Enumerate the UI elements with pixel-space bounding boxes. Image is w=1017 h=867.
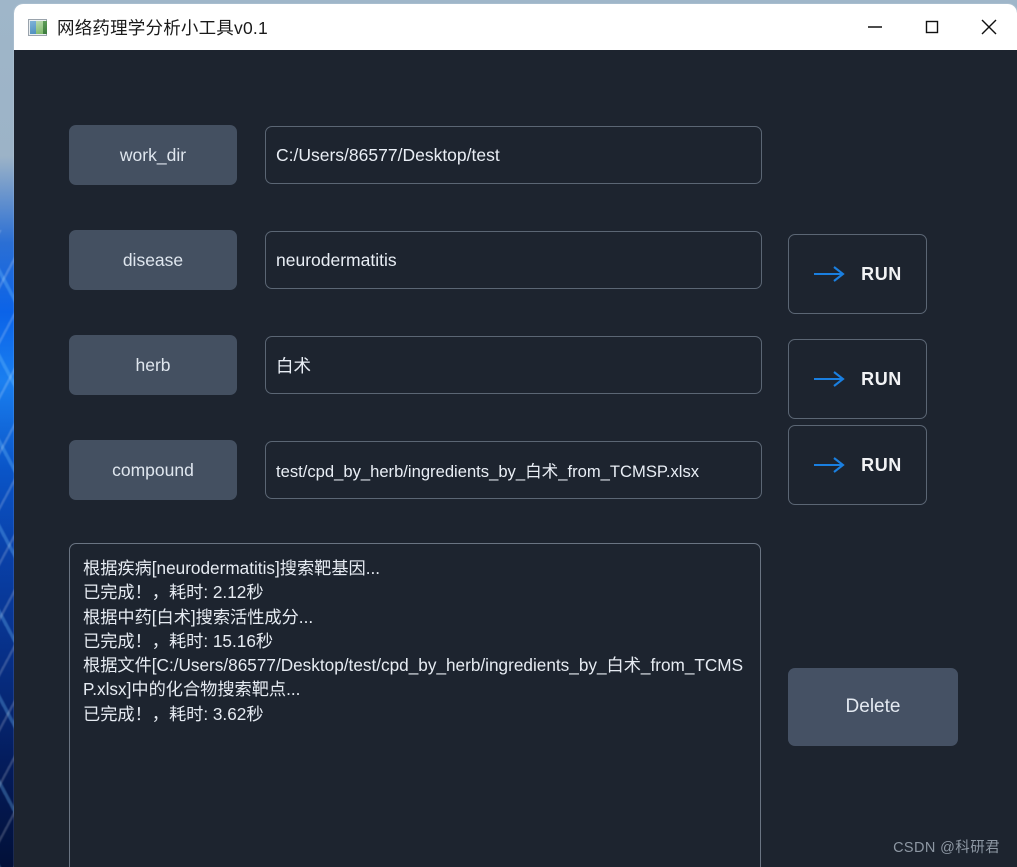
run-button-herb[interactable]: RUN: [788, 339, 927, 419]
label-button-herb[interactable]: herb: [69, 335, 237, 395]
minimize-button[interactable]: [846, 4, 903, 50]
run-button-compound[interactable]: RUN: [788, 425, 927, 505]
close-button[interactable]: [960, 4, 1017, 50]
arrow-right-icon: [814, 266, 845, 282]
watermark: CSDN @科研君: [893, 840, 1000, 856]
run-button-label: RUN: [861, 454, 902, 475]
label-button-disease[interactable]: disease: [69, 230, 237, 290]
arrow-right-icon: [814, 371, 845, 387]
row-work-dir: work_dir C:/Users/86577/Desktop/test: [69, 125, 762, 185]
log-output-panel[interactable]: 根据疾病[neurodermatitis]搜索靶基因... 已完成！，耗时: 2…: [69, 543, 761, 867]
app-window: 网络药理学分析小工具v0.1 work_dir C:/Users/86577/D…: [14, 4, 1017, 867]
label-button-work-dir[interactable]: work_dir: [69, 125, 237, 185]
run-button-disease[interactable]: RUN: [788, 234, 927, 314]
maximize-button[interactable]: [903, 4, 960, 50]
screen: 网络药理学分析小工具v0.1 work_dir C:/Users/86577/D…: [0, 0, 1017, 867]
close-icon: [981, 19, 996, 35]
input-work-dir[interactable]: C:/Users/86577/Desktop/test: [265, 126, 762, 184]
input-compound[interactable]: test/cpd_by_herb/ingredients_by_白术_from_…: [265, 441, 762, 499]
delete-button[interactable]: Delete: [788, 668, 958, 746]
app-image-icon: [28, 18, 47, 36]
title-bar[interactable]: 网络药理学分析小工具v0.1: [14, 4, 1017, 50]
row-compound: compound test/cpd_by_herb/ingredients_by…: [69, 440, 762, 500]
log-line: 已完成！，耗时: 2.12秒: [83, 582, 264, 603]
window-title: 网络药理学分析小工具v0.1: [57, 17, 268, 38]
run-button-label: RUN: [861, 368, 902, 389]
log-line: 已完成！，耗时: 3.62秒: [83, 703, 264, 724]
row-disease: disease neurodermatitis: [69, 230, 762, 290]
window-controls: [846, 4, 1017, 50]
log-line: 根据中药[白术]搜索活性成分...: [83, 606, 314, 627]
row-herb: herb 白术: [69, 335, 762, 395]
log-line: 根据疾病[neurodermatitis]搜索靶基因...: [83, 558, 381, 578]
input-herb[interactable]: 白术: [265, 336, 762, 394]
label-button-compound[interactable]: compound: [69, 440, 237, 500]
log-line: 已完成！，耗时: 15.16秒: [83, 630, 274, 651]
log-line: 根据文件[C:/Users/86577/Desktop/test/cpd_by_…: [83, 655, 744, 700]
maximize-icon: [925, 20, 938, 34]
minimize-icon: [867, 26, 882, 28]
arrow-right-icon: [814, 457, 845, 473]
input-disease[interactable]: neurodermatitis: [265, 231, 762, 289]
run-button-label: RUN: [861, 263, 902, 284]
client-area: work_dir C:/Users/86577/Desktop/test dis…: [14, 50, 1017, 867]
